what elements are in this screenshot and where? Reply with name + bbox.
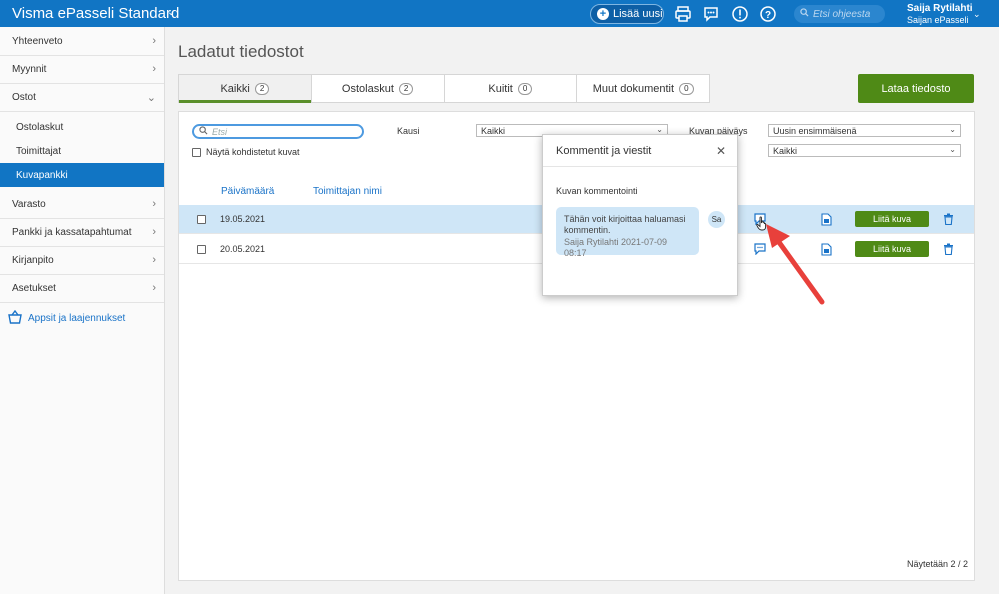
trash-icon[interactable] — [941, 241, 955, 257]
help-icon[interactable]: ? — [759, 5, 777, 23]
add-new-label: Lisää uusi — [613, 8, 663, 20]
chevron-right-icon: › — [152, 198, 156, 210]
column-header-supplier[interactable]: Toimittajan nimi — [313, 186, 382, 197]
chevron-down-icon: ⌄ — [949, 145, 956, 154]
sidebar: Yhteenveto › Myynnit › Ostot ⌄ Ostolasku… — [0, 27, 165, 594]
sidebar-sub-ostolaskut[interactable]: Ostolaskut — [0, 115, 164, 139]
show-targeted-checkbox[interactable]: Näytä kohdistetut kuvat — [192, 147, 300, 157]
sidebar-item-label: Ostot — [12, 92, 36, 103]
chevron-down-icon[interactable]: ⌄ — [973, 9, 981, 20]
chevron-right-icon: › — [152, 226, 156, 238]
divider — [543, 166, 737, 167]
checkbox[interactable] — [192, 147, 201, 157]
chevron-right-icon: › — [152, 35, 156, 47]
help-search-input[interactable]: Etsi ohjeesta — [794, 5, 885, 23]
secondary-filter-select[interactable]: Kaikki ⌄ — [768, 144, 961, 157]
chevron-right-icon: › — [152, 282, 156, 294]
count-badge: 2 — [398, 82, 414, 95]
tab-label: Kuitit — [488, 82, 513, 95]
tab-muut-dokumentit[interactable]: Muut dokumentit 0 — [577, 75, 709, 102]
period-label: Kausi — [397, 126, 420, 136]
printer-icon[interactable] — [674, 5, 692, 23]
period-select-value: Kaikki — [481, 125, 506, 136]
chevron-down-icon[interactable]: ⌄ — [167, 7, 175, 18]
chat-icon[interactable] — [702, 5, 720, 23]
popup-subtitle: Kuvan kommentointi — [556, 186, 638, 196]
sidebar-item-label: Myynnit — [12, 64, 47, 75]
annotation-arrow — [766, 224, 825, 305]
sidebar-item-label: Kirjanpito — [12, 255, 54, 266]
sidebar-item-yhteenveto[interactable]: Yhteenveto › — [0, 28, 164, 56]
row-checkbox[interactable] — [197, 215, 206, 224]
sidebar-item-label: Ostolaskut — [16, 121, 64, 133]
tab-ostolaskut[interactable]: Ostolaskut 2 — [312, 75, 445, 102]
popup-title: Kommentit ja viestit — [556, 145, 652, 157]
apps-link-label: Appsit ja laajennukset — [28, 313, 126, 324]
search-input[interactable]: Etsi — [192, 124, 364, 139]
count-badge: 0 — [517, 82, 533, 95]
user-name[interactable]: Saija Rytilahti — [907, 3, 973, 14]
count-badge: 2 — [254, 82, 270, 95]
upload-file-button[interactable]: Lataa tiedosto — [858, 74, 974, 103]
search-icon — [800, 8, 809, 20]
top-bar: Visma ePasseli Standard ⌄ + Lisää uusi ?… — [0, 0, 999, 27]
close-icon[interactable]: ✕ — [716, 144, 726, 158]
sidebar-item-myynnit[interactable]: Myynnit › — [0, 56, 164, 84]
row-checkbox[interactable] — [197, 245, 206, 254]
secondary-select-value: Kaikki — [773, 145, 798, 156]
image-date-select[interactable]: Uusin ensimmäisenä ⌄ — [768, 124, 961, 137]
column-header-date[interactable]: Päivämäärä — [221, 186, 274, 197]
sidebar-item-kirjanpito[interactable]: Kirjanpito › — [0, 247, 164, 275]
svg-text:?: ? — [765, 10, 771, 21]
comment-meta: Saija Rytilahti 2021-07-09 08:17 — [564, 237, 668, 258]
alert-icon[interactable] — [731, 5, 749, 23]
sidebar-item-varasto[interactable]: Varasto › — [0, 191, 164, 219]
user-org: Saijan ePasseli — [907, 15, 969, 25]
comments-popup: Kommentit ja viestit ✕ Kuvan kommentoint… — [542, 134, 738, 296]
add-new-button[interactable]: + Lisää uusi — [590, 4, 664, 24]
sidebar-item-asetukset[interactable]: Asetukset › — [0, 275, 164, 303]
sidebar-item-label: Yhteenveto — [12, 36, 63, 47]
apps-link[interactable]: Appsit ja laajennukset — [8, 309, 126, 327]
sidebar-sub-kuvapankki[interactable]: Kuvapankki — [0, 163, 164, 187]
sidebar-item-pankki[interactable]: Pankki ja kassatapahtumat › — [0, 219, 164, 247]
sidebar-sub-toimittajat[interactable]: Toimittajat — [0, 139, 164, 163]
sidebar-item-ostot[interactable]: Ostot ⌄ — [0, 84, 164, 112]
sidebar-item-label: Varasto — [12, 199, 46, 210]
sidebar-item-label: Kuvapankki — [16, 169, 68, 181]
chevron-right-icon: › — [152, 254, 156, 266]
comment-text: Tähän voit kirjoittaa haluamasi kommenti… — [564, 214, 686, 235]
app-title[interactable]: Visma ePasseli Standard — [12, 5, 179, 22]
tab-kaikki[interactable]: Kaikki 2 — [179, 75, 312, 103]
sidebar-item-label: Asetukset — [12, 283, 56, 294]
search-placeholder: Etsi — [212, 126, 228, 137]
plus-icon: + — [597, 8, 609, 20]
chevron-down-icon: ⌄ — [146, 92, 156, 104]
search-icon — [199, 126, 208, 137]
sidebar-item-label: Pankki ja kassatapahtumat — [12, 227, 132, 238]
tab-label: Muut dokumentit — [592, 82, 675, 95]
row-date: 19.05.2021 — [220, 214, 266, 224]
chevron-down-icon: ⌄ — [656, 125, 663, 134]
page-title: Ladatut tiedostot — [178, 42, 304, 61]
attach-image-button[interactable]: Liitä kuva — [855, 211, 929, 227]
row-date: 20.05.2021 — [220, 244, 266, 254]
chevron-down-icon: ⌄ — [949, 125, 956, 134]
attach-image-button[interactable]: Liitä kuva — [855, 241, 929, 257]
shopping-basket-icon — [8, 309, 22, 327]
tab-label: Ostolaskut — [341, 82, 394, 95]
count-badge: 0 — [679, 82, 694, 95]
sidebar-item-label: Toimittajat — [16, 145, 62, 157]
avatar: Sa — [708, 211, 725, 228]
tab-label: Kaikki — [220, 82, 250, 95]
tab-bar: Kaikki 2 Ostolaskut 2 Kuitit 0 Muut doku… — [178, 74, 710, 103]
checkbox-label: Näytä kohdistetut kuvat — [206, 147, 300, 157]
comment-bubble: Tähän voit kirjoittaa haluamasi kommenti… — [556, 207, 699, 258]
trash-icon[interactable] — [941, 211, 955, 227]
chevron-right-icon: › — [152, 63, 156, 75]
results-count: Näytetään 2 / 2 — [907, 559, 969, 569]
help-search-placeholder: Etsi ohjeesta — [813, 8, 871, 20]
image-date-select-value: Uusin ensimmäisenä — [773, 125, 857, 136]
tab-kuitit[interactable]: Kuitit 0 — [445, 75, 578, 102]
